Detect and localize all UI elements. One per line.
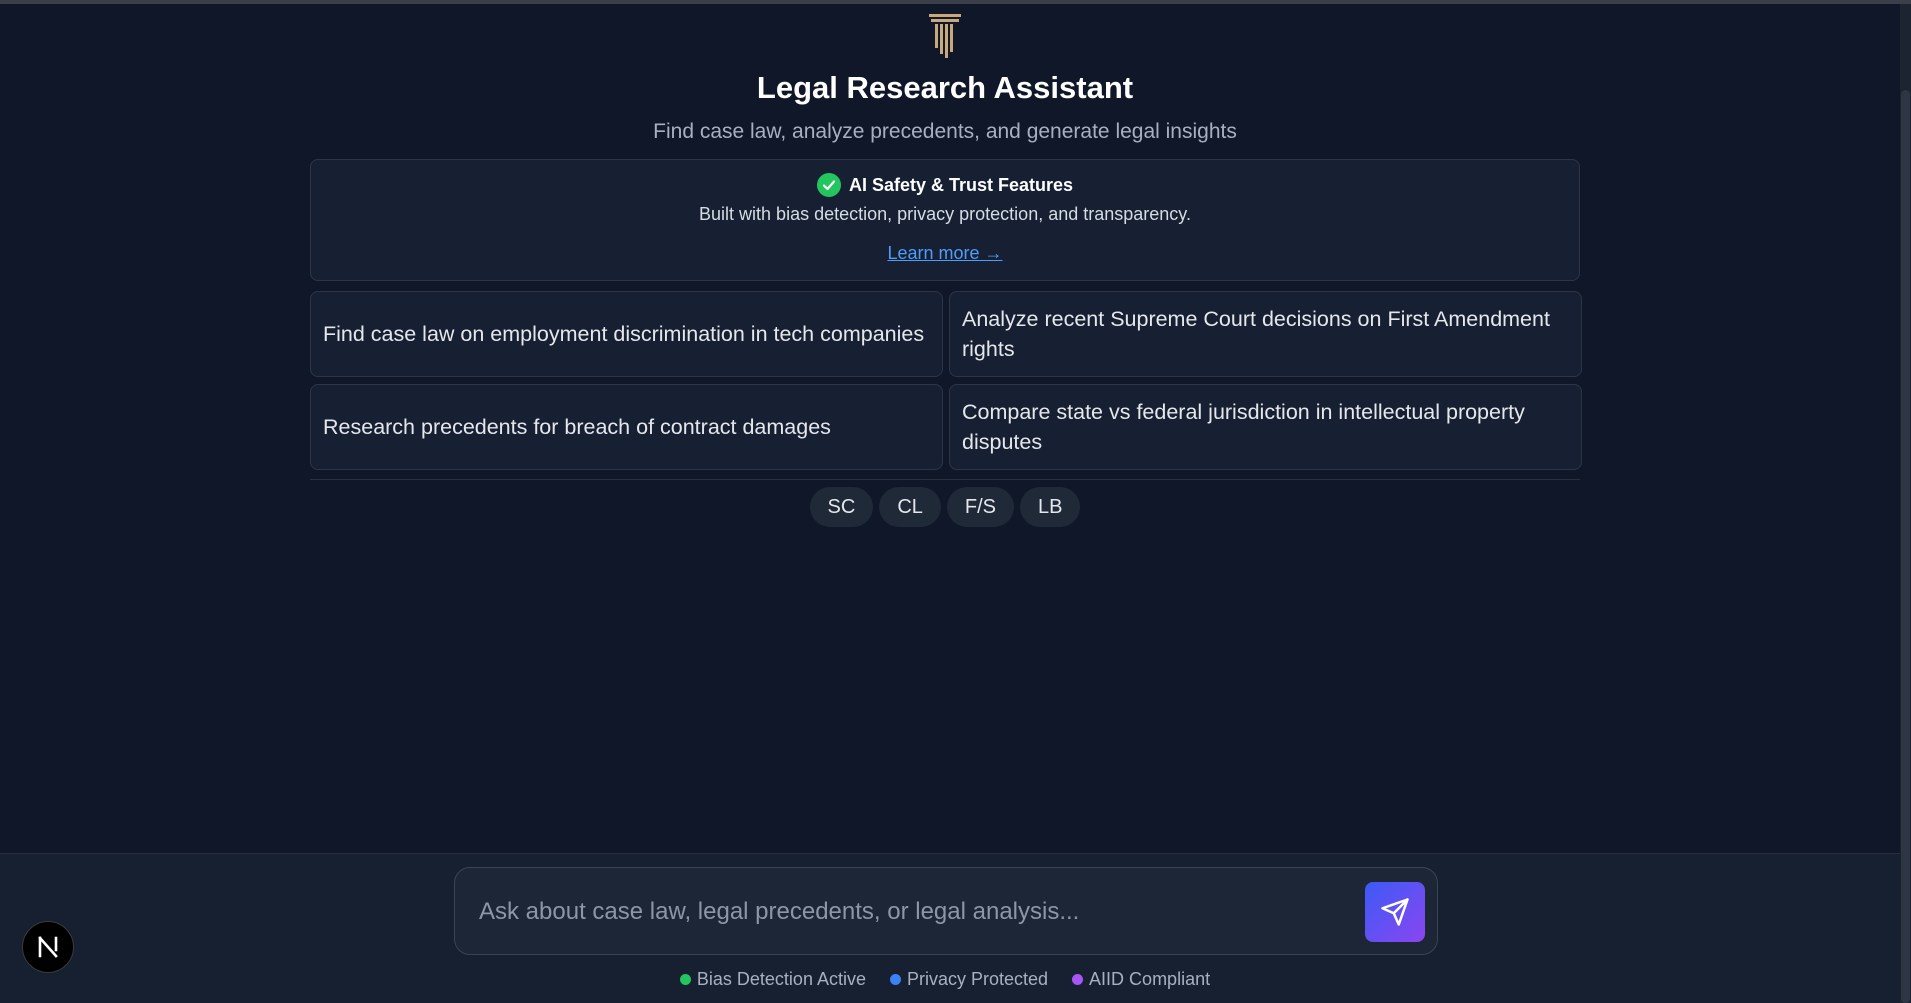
chip-cl[interactable]: CL	[879, 487, 941, 527]
status-dot-purple	[1072, 974, 1084, 985]
page-subtitle: Find case law, analyze precedents, and g…	[653, 120, 1237, 143]
status-label: Bias Detection Active	[696, 969, 866, 989]
send-button[interactable]	[1365, 882, 1425, 942]
main-content: Legal Research Assistant Find case law, …	[0, 4, 1900, 853]
chip-fs[interactable]: F/S	[946, 487, 1015, 527]
status-bias-detection: Bias Detection Active	[679, 969, 866, 990]
suggestion-card-employment-discrimination[interactable]: Find case law on employment discriminati…	[310, 291, 943, 377]
nextjs-dev-badge[interactable]	[22, 921, 74, 973]
chat-input[interactable]	[477, 868, 1361, 956]
trust-description: Built with bias detection, privacy prote…	[699, 204, 1191, 224]
source-filter-chips: SC CL F/S LB	[0, 487, 1890, 527]
status-label: AIID Compliant	[1089, 969, 1211, 989]
learn-more-link[interactable]: Learn more →	[887, 243, 1002, 263]
page-title: Legal Research Assistant	[756, 70, 1134, 105]
trust-title: AI Safety & Trust Features	[848, 174, 1074, 195]
status-label: Privacy Protected	[906, 969, 1049, 989]
pillar-icon	[929, 14, 961, 58]
status-dot-green	[679, 974, 691, 985]
status-dot-blue	[889, 974, 901, 985]
check-circle-icon	[816, 173, 841, 197]
suggestion-card-breach-of-contract[interactable]: Research precedents for breach of contra…	[310, 384, 943, 470]
chip-lb[interactable]: LB	[1020, 487, 1081, 527]
status-indicators: Bias Detection Active Privacy Protected …	[0, 969, 1890, 990]
chat-input-bar: Bias Detection Active Privacy Protected …	[0, 853, 1900, 1003]
send-icon	[1381, 898, 1409, 926]
suggestion-card-first-amendment[interactable]: Analyze recent Supreme Court decisions o…	[949, 291, 1582, 377]
scrollbar-thumb[interactable]	[1901, 90, 1910, 1003]
chat-input-container	[454, 867, 1438, 956]
n-logo-icon	[38, 936, 58, 958]
section-divider	[310, 479, 1580, 480]
trust-features-card: AI Safety & Trust Features Built with bi…	[310, 159, 1580, 281]
trust-heading: AI Safety & Trust Features	[311, 173, 1579, 197]
suggestion-card-jurisdiction-ip[interactable]: Compare state vs federal jurisdiction in…	[949, 384, 1582, 470]
status-privacy: Privacy Protected	[889, 969, 1049, 990]
chip-sc[interactable]: SC	[809, 487, 874, 527]
learn-more-wrap: Learn more →	[311, 243, 1579, 264]
status-aiid: AIID Compliant	[1072, 969, 1210, 990]
